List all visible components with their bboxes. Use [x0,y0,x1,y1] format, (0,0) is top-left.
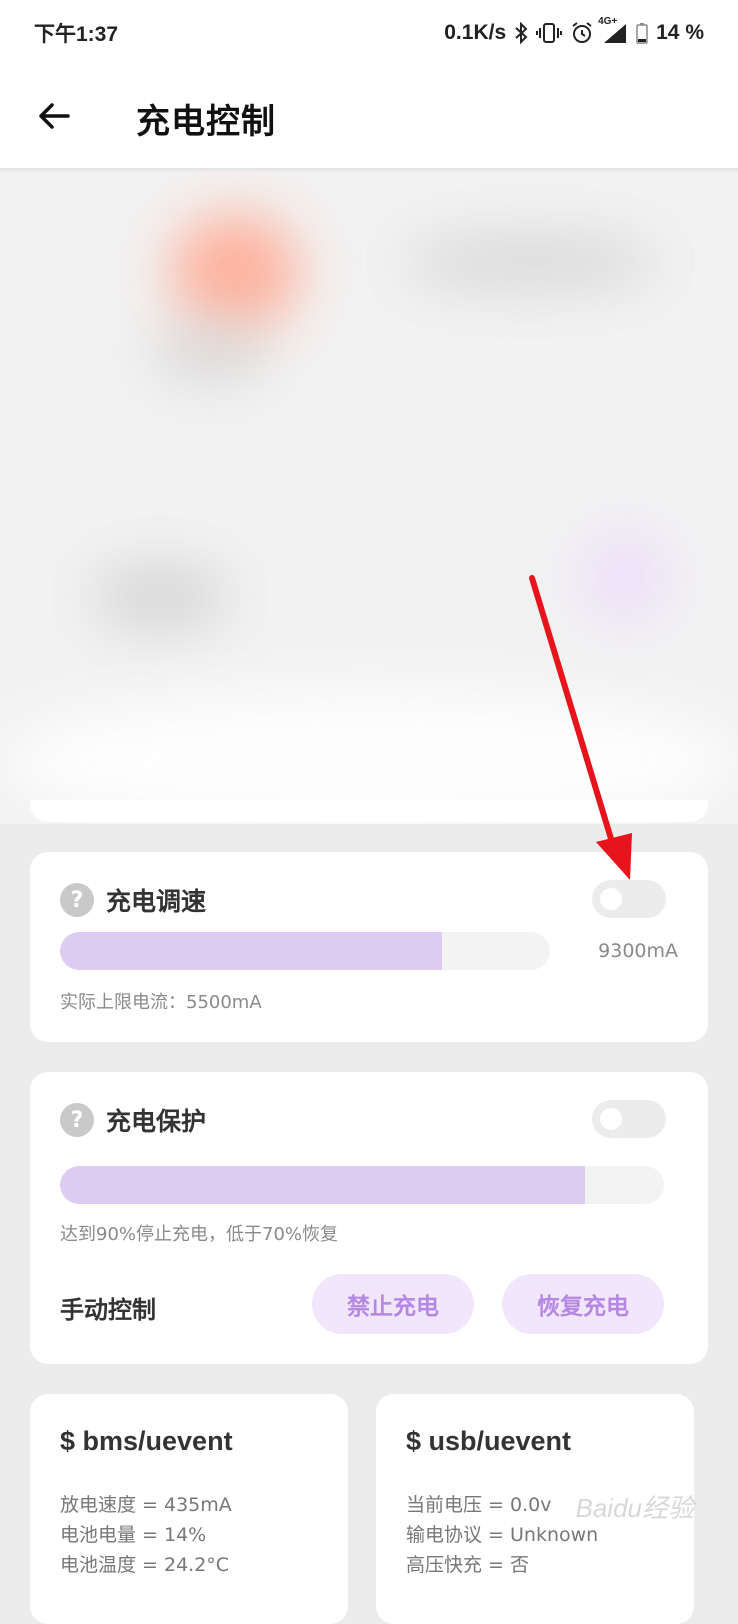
help-icon[interactable]: ? [60,883,94,917]
charge-protect-toggle[interactable] [592,1100,666,1138]
usb-line-fastcharge: 高压快充 = 否 [406,1554,529,1576]
charge-speed-header: ? 充电调速 [60,882,206,918]
blurred-content-area [0,172,738,824]
bms-card-title: $ bms/uevent [60,1426,233,1456]
charge-protect-card: ? 充电保护 达到90%停止充电，低于70%恢复 手动控制 禁止充电 恢复充电 [30,1072,708,1364]
stop-charging-button[interactable]: 禁止充电 [312,1274,474,1334]
toggle-knob [600,888,622,910]
usb-line-protocol: 输电协议 = Unknown [406,1524,599,1546]
battery-icon [636,22,648,44]
charge-speed-slider-fill [60,932,443,970]
blur-blob [580,532,670,622]
signal-4g-icon: 4G+ [598,16,628,44]
back-button[interactable] [34,96,74,136]
actual-limit-text: 实际上限电流：5500mA [60,992,262,1013]
blur-blob [170,212,300,332]
bluetooth-icon [514,22,528,44]
alarm-icon [570,21,594,45]
resume-charging-button[interactable]: 恢复充电 [502,1274,664,1334]
charge-speed-toggle[interactable] [592,880,666,918]
manual-control-label: 手动控制 [60,1296,156,1324]
status-time: 下午1:37 [34,23,119,46]
usb-card-title: $ usb/uevent [406,1426,572,1456]
bms-line-discharge: 放电速度 = 435mA [60,1494,232,1516]
card-bottom-edge [30,800,708,822]
bms-line-level: 电池电量 = 14% [60,1524,207,1546]
charge-protect-header: ? 充电保护 [60,1102,206,1138]
charge-speed-slider[interactable] [60,932,550,970]
baidu-watermark: Baidu经验 [575,1493,695,1523]
charge-protect-title: 充电保护 [106,1107,207,1136]
status-bar: 下午1:37 0.1K/s 4G+ 14 % [0,0,738,66]
bms-line-temp: 电池温度 = 24.2°C [60,1554,230,1576]
help-icon[interactable]: ? [60,1103,94,1137]
status-icons: 0.1K/s 4G+ 14 % [444,16,704,45]
charge-protect-slider-fill [60,1166,586,1204]
arrow-left-icon [39,103,70,129]
charge-speed-title: 充电调速 [106,887,207,916]
toggle-knob [600,1108,622,1130]
battery-percent: 14 % [656,21,704,44]
net-speed: 0.1K/s [444,21,507,44]
charge-speed-card: ? 充电调速 9300mA 实际上限电流：5500mA [30,852,708,1042]
charge-speed-value: 9300mA [598,940,678,962]
blur-blob [400,232,660,292]
network-label: 4G+ [598,16,618,27]
usb-line-voltage: 当前电压 = 0.0v [406,1494,552,1516]
blur-blob [90,562,230,632]
bms-uevent-card: $ bms/uevent 放电速度 = 435mA 电池电量 = 14% 电池温… [30,1394,348,1624]
charge-protect-slider[interactable] [60,1166,664,1204]
vibrate-icon [536,22,563,44]
app-bar: 充电控制 [0,66,738,170]
charge-protect-note: 达到90%停止充电，低于70%恢复 [60,1224,339,1245]
blur-blob [150,322,270,382]
page-title: 充电控制 [136,102,276,142]
